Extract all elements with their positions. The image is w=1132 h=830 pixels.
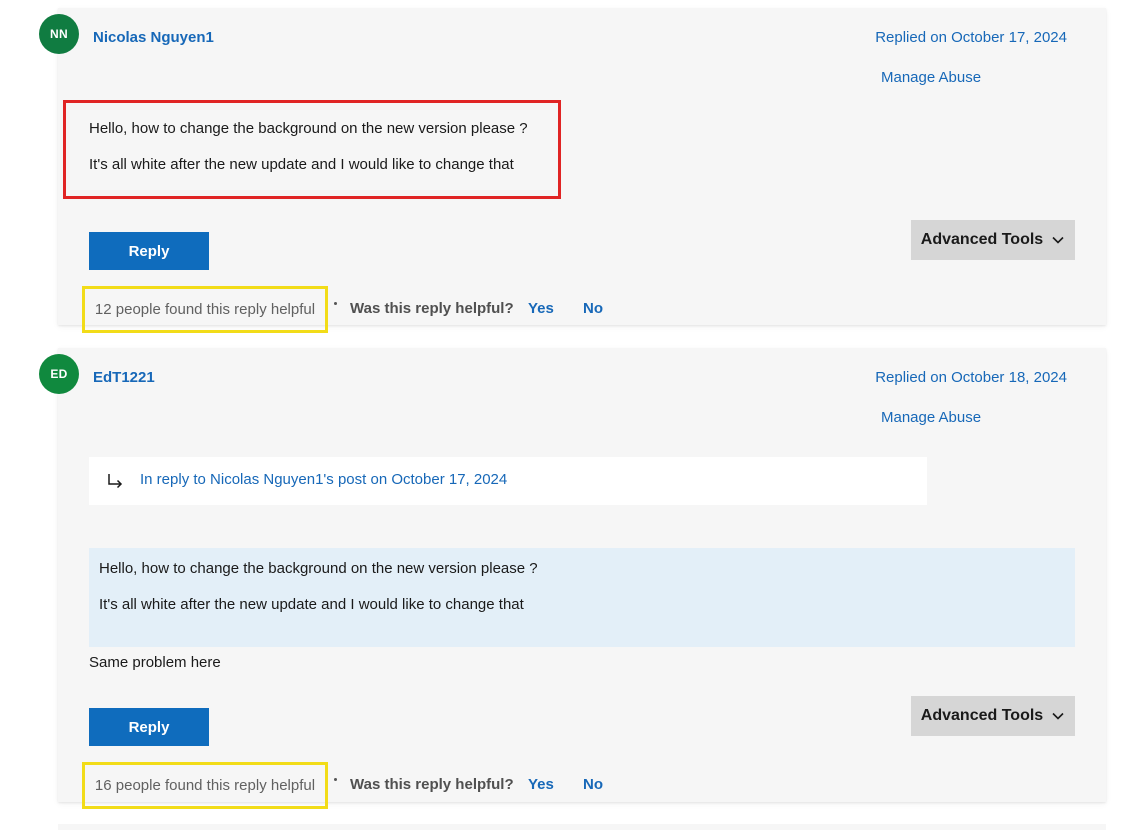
reply-date: Replied on October 17, 2024: [875, 29, 1067, 46]
separator-dot: [334, 778, 337, 781]
helpful-yes-button[interactable]: Yes: [528, 300, 554, 317]
helpful-question: Was this reply helpful?: [350, 776, 514, 793]
advanced-tools-button[interactable]: Advanced Tools: [911, 696, 1075, 736]
in-reply-to-banner: In reply to Nicolas Nguyen1's post on Oc…: [89, 457, 927, 505]
in-reply-to-link[interactable]: In reply to Nicolas Nguyen1's post on Oc…: [140, 471, 507, 488]
avatar[interactable]: ED: [39, 354, 79, 394]
manage-abuse-link[interactable]: Manage Abuse: [881, 69, 981, 86]
avatar[interactable]: NN: [39, 14, 79, 54]
helpful-no-button[interactable]: No: [583, 300, 603, 317]
reply-body: Hello, how to change the background on t…: [89, 120, 528, 173]
next-card-edge: [58, 824, 1106, 830]
chevron-down-icon: [1052, 712, 1064, 720]
reply-button[interactable]: Reply: [89, 232, 209, 270]
highlight-yellow-box: 16 people found this reply helpful: [82, 762, 328, 809]
helpful-no-button[interactable]: No: [583, 776, 603, 793]
quoted-post: Hello, how to change the background on t…: [89, 548, 1075, 647]
reply-body: Same problem here: [89, 654, 221, 671]
highlight-red-box: Hello, how to change the background on t…: [63, 100, 561, 199]
quote-line: Hello, how to change the background on t…: [99, 560, 538, 577]
body-line: Hello, how to change the background on t…: [89, 120, 528, 137]
author-name[interactable]: EdT1221: [93, 369, 155, 386]
quote-line: It's all white after the new update and …: [99, 596, 524, 613]
reply-button[interactable]: Reply: [89, 708, 209, 746]
quote-body: Hello, how to change the background on t…: [99, 560, 538, 613]
helpful-count: 16 people found this reply helpful: [94, 777, 316, 794]
manage-abuse-link[interactable]: Manage Abuse: [881, 409, 981, 426]
helpful-question: Was this reply helpful?: [350, 300, 514, 317]
advanced-tools-label: Advanced Tools: [920, 707, 1044, 724]
reply-date: Replied on October 18, 2024: [875, 369, 1067, 386]
highlight-yellow-box: 12 people found this reply helpful: [82, 286, 328, 333]
helpful-count: 12 people found this reply helpful: [94, 301, 316, 318]
advanced-tools-button[interactable]: Advanced Tools: [911, 220, 1075, 260]
body-line: It's all white after the new update and …: [89, 156, 514, 173]
helpful-yes-button[interactable]: Yes: [528, 776, 554, 793]
chevron-down-icon: [1052, 236, 1064, 244]
reply-arrow-icon: [108, 474, 123, 489]
advanced-tools-label: Advanced Tools: [920, 231, 1044, 248]
author-name[interactable]: Nicolas Nguyen1: [93, 29, 214, 46]
separator-dot: [334, 302, 337, 305]
